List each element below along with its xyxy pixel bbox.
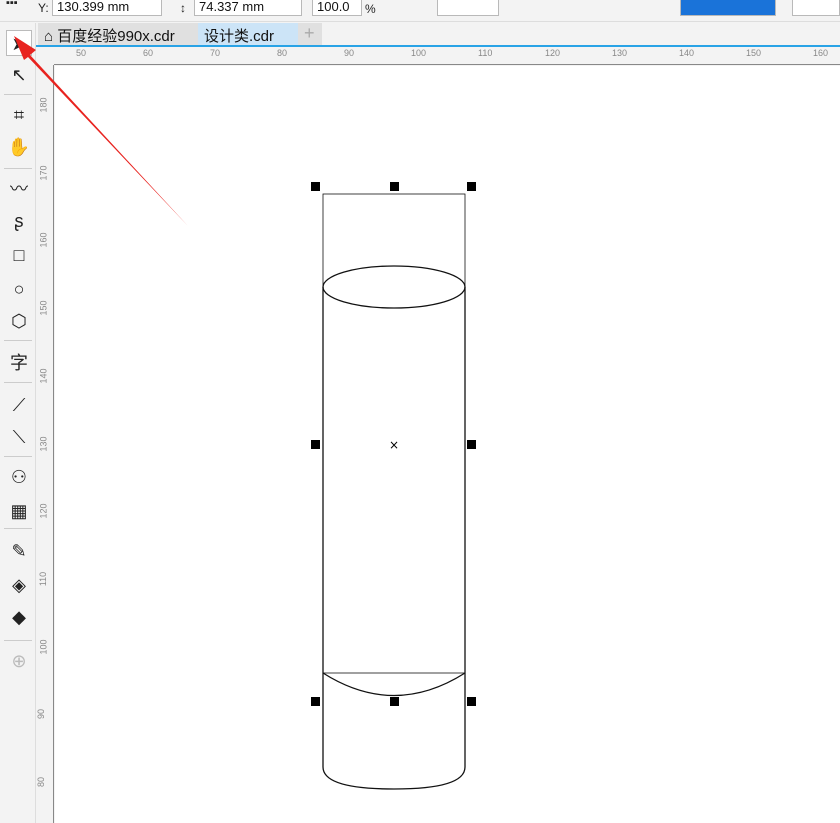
cylinder-bottom-arc — [322, 766, 466, 790]
center-marker: × — [389, 438, 399, 452]
red-arrow-annotation — [14, 36, 188, 226]
drawing-overlay: × — [14, 36, 476, 790]
cylinder-middle-arc — [322, 672, 466, 697]
cylinder-top-ellipse — [322, 265, 466, 309]
